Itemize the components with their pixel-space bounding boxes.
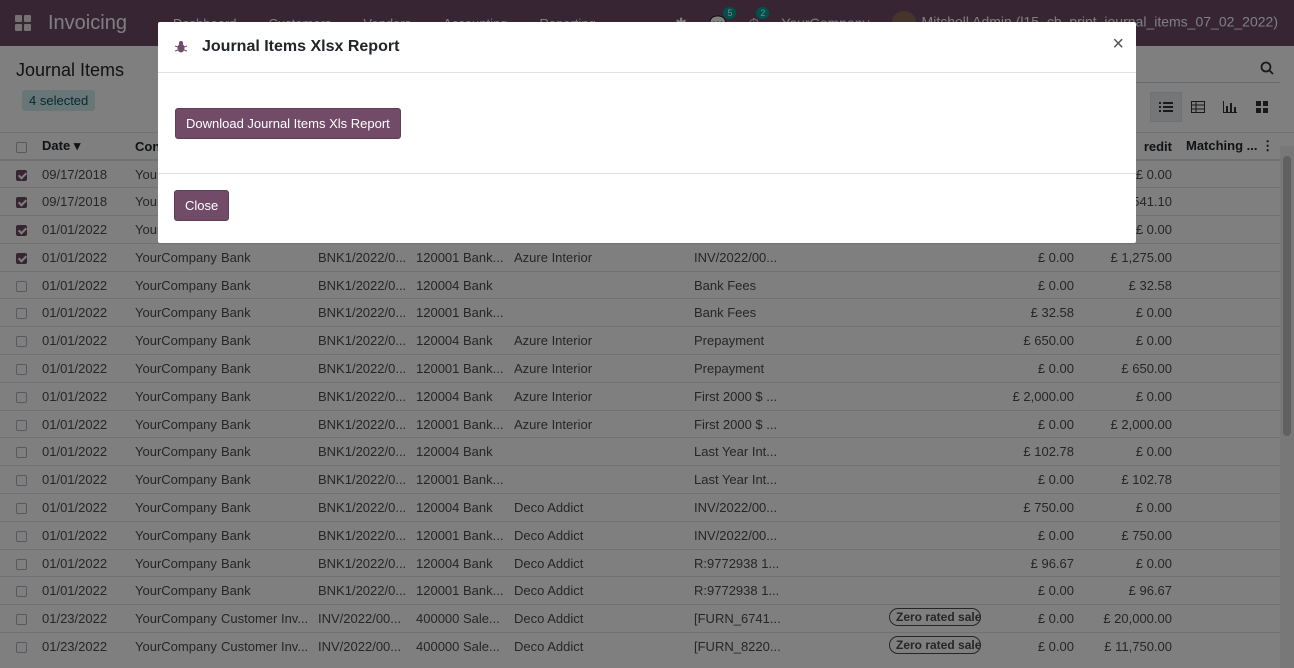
download-xls-report-button[interactable]: Download Journal Items Xls Report (175, 108, 401, 139)
modal-body: Download Journal Items Xls Report (158, 73, 1136, 174)
modal-footer: Close (158, 174, 1136, 237)
close-button[interactable]: Close (174, 190, 230, 221)
close-icon[interactable]: × (1112, 34, 1124, 54)
journal-items-report-dialog: Journal Items Xlsx Report × Download Jou… (158, 22, 1136, 243)
modal-header: Journal Items Xlsx Report × (158, 22, 1136, 73)
bug-icon (174, 41, 188, 53)
modal-title: Journal Items Xlsx Report (202, 38, 400, 55)
